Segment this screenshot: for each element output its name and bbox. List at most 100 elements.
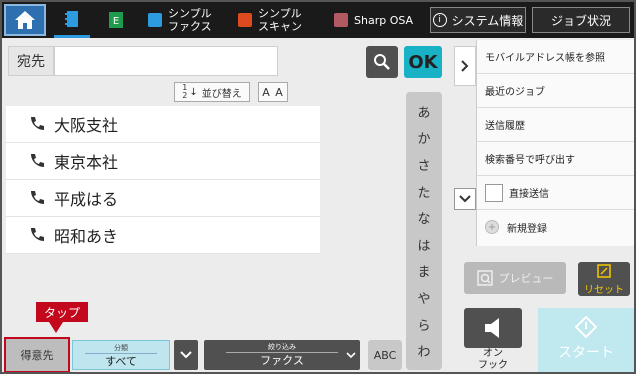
category-selector[interactable]: 分類 すべて <box>72 340 170 370</box>
address-panel: 宛先 OK 1 2 ↓ 並び替え A A 大阪支社 東京本社 平成はる 昭和あき… <box>2 38 450 372</box>
direct-send-label: 直接送信 <box>509 189 549 200</box>
sort-order-bottom: 2 <box>182 91 188 100</box>
on-hook-button[interactable] <box>464 308 522 348</box>
menu-item-search-number[interactable]: 検索番号で呼び出す <box>477 142 634 176</box>
kana-index-item[interactable]: わ <box>417 341 430 360</box>
preview-label: プレビュー <box>498 272 554 285</box>
list-item[interactable]: 東京本社 <box>6 143 320 180</box>
excel-tab[interactable]: E <box>108 2 124 38</box>
kana-index-item[interactable]: ら <box>417 315 430 334</box>
direct-send-checkbox[interactable]: 直接送信 <box>477 176 634 210</box>
job-status-label: ジョブ状況 <box>550 13 611 28</box>
chevron-down-icon <box>459 195 471 203</box>
list-item[interactable]: 平成はる <box>6 180 320 217</box>
action-panel: モバイルアドレス帳を参照 最近のジョブ 送信履歴 検索番号で呼び出す 直接送信 … <box>450 38 634 372</box>
filter-caption: 絞り込み <box>226 342 338 353</box>
start-label: スタート <box>558 345 614 361</box>
contact-name: 大阪支社 <box>54 116 119 135</box>
tab-sharp-osa[interactable]: Sharp OSA <box>334 2 413 38</box>
kana-index-item[interactable]: さ <box>417 155 430 174</box>
kana-index-item[interactable]: な <box>417 208 430 227</box>
contact-list: 大阪支社 東京本社 平成はる 昭和あき <box>6 106 320 254</box>
kana-index-item[interactable]: や <box>417 288 430 307</box>
sort-arrow-icon: ↓ <box>189 86 198 98</box>
tap-callout: タップ <box>36 302 88 322</box>
contact-name: 平成はる <box>54 190 119 209</box>
abc-button[interactable]: ABC <box>368 340 402 370</box>
fax-screen: E シンプル ファクス シンプル スキャン Sharp OSA i システム情報… <box>0 0 636 374</box>
start-icon <box>574 315 598 339</box>
expand-panel-button[interactable] <box>454 46 476 86</box>
start-button[interactable]: スタート <box>538 308 634 372</box>
sort-order-icon: 1 2 <box>182 84 187 100</box>
search-button[interactable] <box>366 46 398 78</box>
preview-icon <box>476 270 493 286</box>
list-item[interactable]: 昭和あき <box>6 217 320 254</box>
sort-label: 並び替え <box>201 88 242 100</box>
preview-button[interactable]: プレビュー <box>464 262 566 294</box>
osa-icon <box>334 13 348 27</box>
address-book-icon <box>65 10 78 27</box>
tab-simple-fax[interactable]: シンプル ファクス <box>148 2 212 38</box>
tokui-button[interactable]: 得意先 <box>4 337 70 372</box>
kana-index-item[interactable]: は <box>417 235 430 254</box>
filter-selector[interactable]: 絞り込み ファクス <box>204 340 360 370</box>
reset-button[interactable]: リセット <box>578 262 630 296</box>
new-register-item[interactable]: + 新規登録 <box>477 210 634 244</box>
top-bar: E シンプル ファクス シンプル スキャン Sharp OSA i システム情報… <box>2 2 634 38</box>
checkbox-icon <box>485 183 503 202</box>
excel-icon: E <box>109 12 123 28</box>
chevron-down-icon <box>180 351 192 359</box>
address-book-tab[interactable] <box>54 2 90 38</box>
phone-icon <box>31 228 44 241</box>
fax-icon <box>148 13 162 27</box>
info-icon: i <box>432 13 447 27</box>
menu-item-send-history[interactable]: 送信履歴 <box>477 108 634 142</box>
category-caption: 分類 <box>85 343 157 354</box>
tab-sharp-osa-label: Sharp OSA <box>354 13 414 27</box>
plus-icon: + <box>485 220 499 234</box>
new-register-label: 新規登録 <box>507 223 547 235</box>
action-menu: モバイルアドレス帳を参照 最近のジョブ 送信履歴 検索番号で呼び出す 直接送信 … <box>476 40 634 246</box>
ok-button[interactable]: OK <box>404 46 442 78</box>
chevron-right-icon <box>461 60 469 72</box>
list-item[interactable]: 大阪支社 <box>6 106 320 143</box>
search-icon <box>374 54 390 70</box>
phone-icon <box>31 191 44 204</box>
system-info-button[interactable]: i システム情報 <box>430 7 526 33</box>
filter-value: ファクス <box>260 354 304 367</box>
tab-simple-fax-label: シンプル ファクス <box>168 7 212 33</box>
job-status-button[interactable]: ジョブ状況 <box>532 7 630 33</box>
phone-icon <box>31 117 44 130</box>
menu-item-recent-jobs[interactable]: 最近のジョブ <box>477 74 634 108</box>
kana-index-item[interactable]: た <box>417 182 430 201</box>
font-size-button[interactable]: A A <box>258 82 288 102</box>
contact-name: 昭和あき <box>54 227 119 246</box>
phone-icon <box>31 154 44 167</box>
speaker-icon <box>485 318 499 338</box>
chevron-down-icon <box>346 352 356 359</box>
home-button[interactable] <box>4 4 46 36</box>
on-hook-label: オン フック <box>478 348 508 371</box>
destination-input[interactable] <box>54 46 278 76</box>
reset-label: リセット <box>584 285 624 296</box>
home-icon <box>15 11 35 29</box>
category-value: すべて <box>105 355 137 368</box>
system-info-label: システム情報 <box>451 13 524 28</box>
sort-button[interactable]: 1 2 ↓ 並び替え <box>174 82 250 102</box>
tab-simple-scan-label: シンプル スキャン <box>258 7 302 33</box>
contact-name: 東京本社 <box>54 153 119 172</box>
tab-simple-scan[interactable]: シンプル スキャン <box>238 2 302 38</box>
destination-label: 宛先 <box>8 46 54 76</box>
collapse-menu-button[interactable] <box>454 188 476 210</box>
kana-index-item[interactable]: ま <box>417 261 430 280</box>
category-dropdown-button[interactable] <box>174 340 198 370</box>
menu-item-mobile-address-book[interactable]: モバイルアドレス帳を参照 <box>477 40 634 74</box>
tap-arrow-icon <box>49 322 63 333</box>
scan-icon <box>238 13 252 27</box>
reset-icon <box>597 264 611 278</box>
kana-index-item[interactable]: か <box>417 128 430 147</box>
kana-index-item[interactable]: あ <box>417 102 430 121</box>
svg-text:E: E <box>113 16 119 27</box>
kana-index-bar[interactable]: あ か さ た な は ま や ら わ <box>406 92 442 370</box>
